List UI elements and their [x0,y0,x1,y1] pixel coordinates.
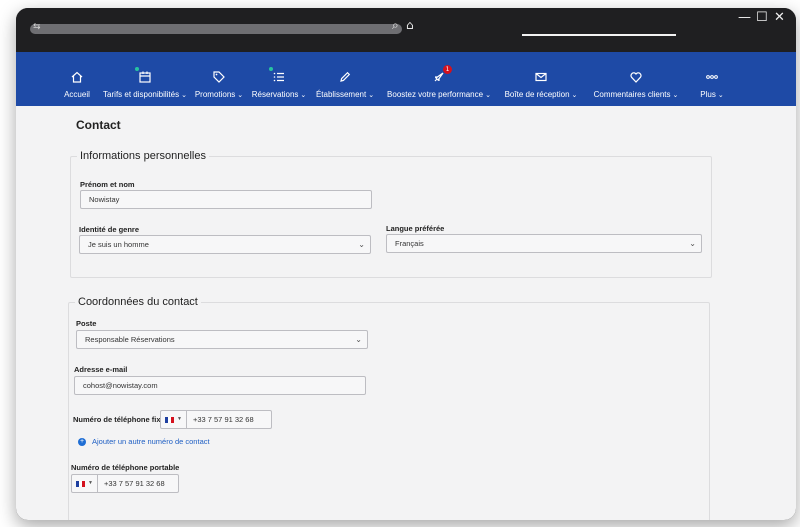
landline-phone-field[interactable]: ▼ +33 7 57 91 32 68 [160,410,272,429]
home-icon [70,70,84,84]
country-selector[interactable]: ▼ [72,475,98,492]
language-value: Français [395,239,424,248]
chevron-down-icon: ⌄ [571,92,578,99]
chevron-down-icon: ▼ [88,480,93,486]
nav-item-inbox[interactable]: Boîte de réception ⌄ [502,52,580,106]
nav-item-reservations[interactable]: Réservations ⌄ [252,52,306,106]
email-field[interactable]: cohost@nowistay.com [74,376,366,395]
nav-label: Tarifs et disponibilités [103,90,180,99]
calendar-icon [135,67,152,84]
chevron-down-icon: ⌄ [717,92,724,99]
language-label: Langue préférée [386,224,445,233]
section-title: Coordonnées du contact [78,296,198,308]
nav-label: Accueil [64,90,90,99]
france-flag-icon [76,480,85,487]
search-icon[interactable]: ⌕ [392,18,399,33]
chevron-down-icon: ⌄ [355,335,362,344]
nav-label: Commentaires clients [593,90,671,99]
plus-circle-icon: + [78,437,86,446]
nav-item-more[interactable]: Plus ⌄ [692,52,732,106]
section-title: Informations personnelles [80,150,206,162]
nav-label: Boostez votre performance [387,90,484,99]
nav-label: Établissement [315,90,367,99]
position-value: Responsable Réservations [85,335,175,344]
personal-info-section: Informations personnelles [70,150,712,278]
language-select[interactable]: Français ⌄ [386,234,702,253]
country-selector[interactable]: ▼ [161,411,187,428]
nav-item-promotions[interactable]: Promotions ⌄ [194,52,244,106]
name-label: Prénom et nom [80,180,135,189]
maximize-icon[interactable]: ☐ [756,10,768,25]
nav-label: Réservations [251,90,299,99]
nav-item-property[interactable]: Établissement ⌄ [316,52,374,106]
nav-label: Promotions [194,90,236,99]
rocket-icon: 1 [432,65,452,84]
pencil-icon [338,70,352,84]
notification-badge: 1 [443,65,452,74]
site-settings-icon[interactable]: ⇆ [33,22,41,32]
address-bar[interactable]: ⇆ [30,22,402,34]
position-label: Poste [76,319,97,328]
page-content: Contact Informations personnelles Prénom… [16,106,796,520]
landline-number: +33 7 57 91 32 68 [192,415,254,424]
chevron-down-icon: ⌄ [485,92,491,99]
chevron-down-icon: ⌄ [689,239,696,248]
title-bar: ⇆ ⌕ ⌂ — ☐ ✕ [16,8,796,52]
chevron-down-icon: ⌄ [672,92,679,99]
main-navbar: Accueil Tarifs et disponibilités ⌄ Promot… [16,52,796,106]
gender-value: Je suis un homme [88,240,149,249]
heart-icon [629,70,643,84]
nav-item-reviews[interactable]: Commentaires clients ⌄ [590,52,682,106]
add-contact-number-label: Ajouter un autre numéro de contact [92,437,210,446]
position-select[interactable]: Responsable Réservations ⌄ [76,330,368,349]
mobile-label: Numéro de téléphone portable [71,463,180,472]
nav-label: Boîte de réception [504,90,570,99]
gender-label: Identité de genre [79,225,140,234]
chevron-down-icon: ⌄ [368,92,375,99]
browser-window: ⇆ ⌕ ⌂ — ☐ ✕ Accueil Tarifs et disponibil… [16,8,796,520]
list-icon [269,67,286,84]
chevron-down-icon: ⌄ [358,240,365,249]
nav-item-boost[interactable]: 1 Boostez votre performance ⌄ [384,52,494,106]
chevron-down-icon: ⌄ [181,92,187,99]
more-icon [705,70,719,84]
chevron-down-icon: ⌄ [237,92,244,99]
tag-icon [212,70,226,84]
chevron-down-icon: ⌄ [300,92,307,99]
gender-select[interactable]: Je suis un homme ⌄ [79,235,371,254]
minimize-icon[interactable]: — [738,10,751,25]
mobile-number: +33 7 57 91 32 68 [103,479,165,488]
home-icon[interactable]: ⌂ [406,18,414,32]
page-title: Contact [76,118,121,132]
add-contact-number-link[interactable]: + Ajouter un autre numéro de contact [78,437,210,446]
name-field[interactable]: Nowistay [80,190,372,209]
close-icon[interactable]: ✕ [774,10,785,25]
envelope-icon [534,70,548,84]
nav-item-rates[interactable]: Tarifs et disponibilités ⌄ [103,52,187,106]
email-label: Adresse e-mail [74,365,128,374]
chevron-down-icon: ▼ [177,416,182,422]
france-flag-icon [165,416,174,423]
active-tab-indicator [522,34,676,36]
mobile-phone-field[interactable]: ▼ +33 7 57 91 32 68 [71,474,179,493]
nav-label: Plus [700,90,716,99]
nav-item-home[interactable]: Accueil [60,52,94,106]
landline-label: Numéro de téléphone fixe [73,415,165,424]
